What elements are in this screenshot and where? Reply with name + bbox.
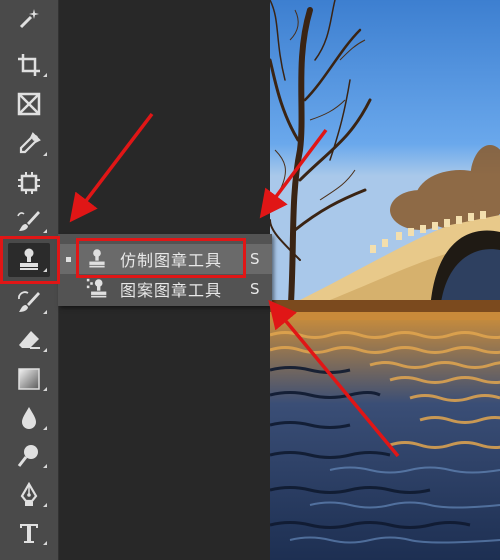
canvas-image xyxy=(270,0,500,560)
annotation-box-toolbar xyxy=(0,236,60,284)
blur-tool[interactable] xyxy=(8,401,50,435)
magic-wand-tool[interactable] xyxy=(8,2,50,36)
crop-tool[interactable] xyxy=(8,48,50,82)
history-brush-tool[interactable] xyxy=(8,285,50,319)
frame-icon xyxy=(17,92,41,116)
pen-icon xyxy=(20,482,38,506)
gradient-tool[interactable] xyxy=(8,362,50,396)
flyout-item-shortcut: S xyxy=(250,250,260,268)
frame-tool[interactable] xyxy=(8,87,50,121)
annotation-box-menu-item xyxy=(76,238,246,278)
crop-icon xyxy=(18,54,40,76)
selected-indicator xyxy=(66,256,71,262)
spot-healing-tool[interactable] xyxy=(8,166,50,200)
spot-healing-icon xyxy=(18,172,40,194)
brush-tool[interactable] xyxy=(8,204,50,238)
flyout-item-pattern-stamp[interactable]: 图案图章工具 S xyxy=(58,274,272,304)
magic-wand-icon xyxy=(19,9,39,29)
flyout-item-shortcut: S xyxy=(250,280,260,298)
history-brush-icon xyxy=(18,291,40,312)
drop-icon xyxy=(22,407,36,429)
eyedropper-tool[interactable] xyxy=(8,127,50,161)
dodge-icon xyxy=(17,445,38,467)
pattern-stamp-icon xyxy=(84,276,110,302)
gradient-icon xyxy=(18,368,40,390)
flyout-item-label: 图案图章工具 xyxy=(120,281,223,300)
pen-tool[interactable] xyxy=(8,478,50,512)
brush-icon xyxy=(17,211,40,231)
type-tool[interactable] xyxy=(8,516,50,550)
eraser-tool[interactable] xyxy=(8,323,50,357)
type-icon xyxy=(20,524,38,543)
dodge-tool[interactable] xyxy=(8,439,50,473)
eyedropper-icon xyxy=(19,132,41,154)
eraser-icon xyxy=(19,331,40,349)
